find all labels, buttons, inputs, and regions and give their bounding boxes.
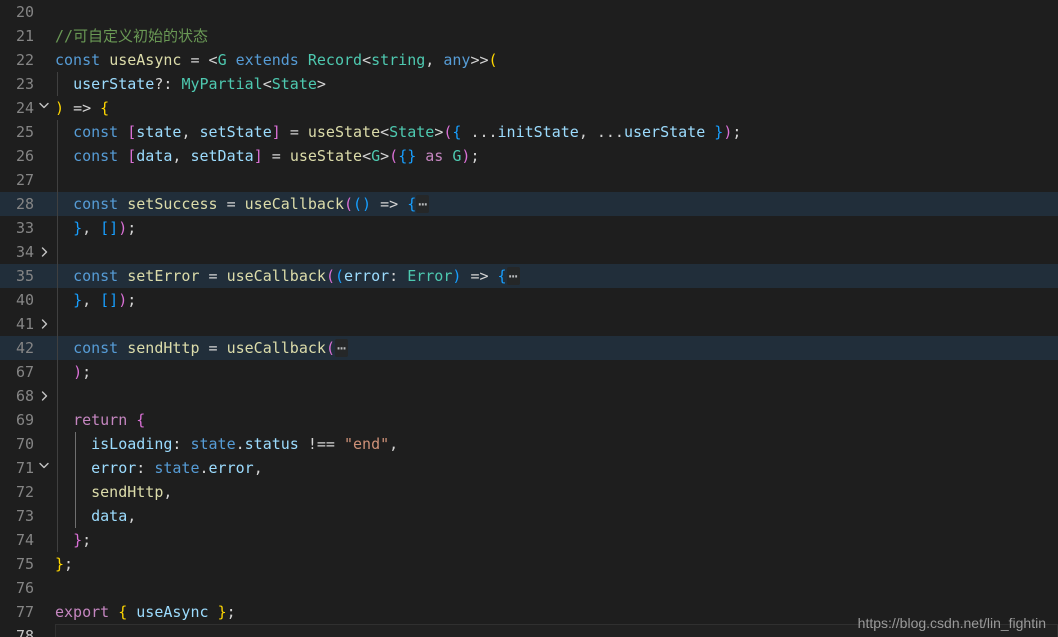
line-content: const [state, setState] = useState<State…: [73, 123, 742, 141]
editor-line[interactable]: 72 sendHttp,: [0, 480, 1058, 504]
editor-line[interactable]: 76: [0, 576, 1058, 600]
editor-line[interactable]: 71 error: state.error,: [0, 456, 1058, 480]
line-number: 35: [15, 267, 34, 285]
line-number: 23: [15, 75, 34, 93]
line-content: const [data, setData] = useState<G>({} a…: [73, 147, 480, 165]
editor-line[interactable]: 26 const [data, setData] = useState<G>({…: [0, 144, 1058, 168]
line-content: sendHttp,: [91, 483, 173, 501]
line-content: const sendHttp = useCallback(⋯: [73, 339, 348, 357]
line-content: const useAsync = <G extends Record<strin…: [55, 51, 498, 69]
line-content: );: [73, 363, 92, 381]
editor-line[interactable]: 69 return {: [0, 408, 1058, 469]
line-number: 25: [15, 123, 34, 141]
line-number: 69: [15, 411, 34, 429]
editor-line-folded[interactable]: 35 const setError = useCallback((error: …: [0, 264, 1058, 329]
line-number: 74: [15, 531, 34, 549]
line-number: 28: [15, 195, 34, 213]
line-number: 42: [15, 339, 34, 357]
code-editor[interactable]: 20 21 //可自定义初始的状态 22 const useAsync = <G…: [0, 0, 1058, 637]
editor-line[interactable]: 70 isLoading: state.status !== "end",: [0, 432, 1058, 456]
line-content: error: state.error,: [91, 459, 263, 477]
folded-region-placeholder[interactable]: ⋯: [416, 195, 430, 213]
folded-region-placeholder[interactable]: ⋯: [506, 267, 520, 285]
chevron-down-icon[interactable]: [36, 48, 52, 109]
line-number: 76: [15, 579, 34, 597]
editor-line[interactable]: 24 ) => {: [0, 96, 1058, 120]
line-number: 78: [15, 627, 34, 637]
chevron-down-icon[interactable]: [36, 408, 52, 469]
line-content: data,: [91, 507, 137, 525]
line-content: }, []);: [73, 291, 137, 309]
editor-line[interactable]: 34: [0, 240, 1058, 264]
editor-line[interactable]: 40 }, []);: [0, 288, 1058, 312]
editor-line[interactable]: 75 };: [0, 552, 1058, 576]
line-number: 33: [15, 219, 34, 237]
line-content: const setSuccess = useCallback(() => {⋯: [73, 195, 430, 213]
editor-line[interactable]: 74 };: [0, 528, 1058, 552]
editor-line[interactable]: 73 data,: [0, 504, 1058, 528]
comment-token: //可自定义初始的状态: [55, 27, 209, 45]
line-content: isLoading: state.status !== "end",: [91, 435, 399, 453]
line-content: //可自定义初始的状态: [55, 24, 208, 48]
line-content: };: [55, 555, 74, 573]
line-number: 72: [15, 483, 34, 501]
editor-line[interactable]: 67 );: [0, 360, 1058, 384]
line-number: 70: [15, 435, 34, 453]
line-number: 73: [15, 507, 34, 525]
line-content: };: [73, 531, 92, 549]
line-number: 27: [15, 171, 34, 189]
line-number: 68: [15, 387, 34, 405]
folded-region-placeholder[interactable]: ⋯: [334, 339, 348, 357]
editor-line[interactable]: 21 //可自定义初始的状态: [0, 24, 1058, 48]
line-content: export { useAsync };: [55, 603, 236, 621]
editor-line[interactable]: 23 userState?: MyPartial<State>: [0, 72, 1058, 96]
line-number: 21: [15, 27, 34, 45]
line-number: 26: [15, 147, 34, 165]
chevron-right-icon[interactable]: [36, 336, 52, 401]
line-content: userState?: MyPartial<State>: [73, 75, 326, 93]
editor-line[interactable]: 22 const useAsync = <G extends Record<st…: [0, 48, 1058, 109]
line-number: 40: [15, 291, 34, 309]
editor-line-folded[interactable]: 42 const sendHttp = useCallback(⋯: [0, 336, 1058, 401]
line-content: const setError = useCallback((error: Err…: [73, 267, 520, 285]
editor-line-folded[interactable]: 28 const setSuccess = useCallback(() => …: [0, 192, 1058, 257]
line-number: 24: [15, 99, 34, 117]
line-number: 77: [15, 603, 34, 621]
line-number: 67: [15, 363, 34, 381]
editor-line[interactable]: 41: [0, 312, 1058, 336]
chevron-right-icon[interactable]: [36, 264, 52, 329]
editor-line[interactable]: 25 const [state, setState] = useState<St…: [0, 120, 1058, 144]
line-number: 20: [15, 3, 34, 21]
line-number: 71: [15, 459, 34, 477]
chevron-right-icon[interactable]: [36, 192, 52, 257]
indent-guide: [57, 384, 58, 408]
indent-guide: [57, 312, 58, 336]
line-number: 41: [15, 315, 34, 333]
line-content: }, []);: [73, 219, 137, 237]
line-content: return {: [73, 411, 146, 429]
editor-line[interactable]: 27: [0, 168, 1058, 192]
indent-guide: [57, 240, 58, 264]
editor-line[interactable]: 33 }, []);: [0, 216, 1058, 240]
watermark-text: https://blog.csdn.net/lin_fightin: [857, 615, 1046, 631]
editor-line[interactable]: 68: [0, 384, 1058, 408]
line-number: 75: [15, 555, 34, 573]
line-number: 34: [15, 243, 34, 261]
indent-guide: [57, 168, 58, 192]
editor-line[interactable]: 20: [0, 0, 1058, 24]
line-content: ) => {: [55, 99, 110, 117]
line-number: 22: [15, 51, 34, 69]
